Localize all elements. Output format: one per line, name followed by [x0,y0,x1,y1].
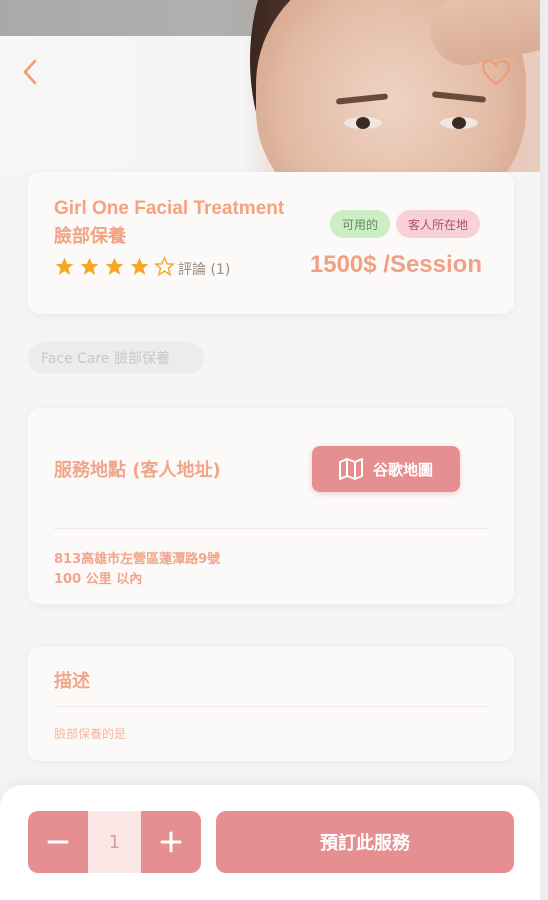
location-card: 服務地點 (客人地址) 谷歌地圖 813高雄市左營區蓮潭路9號 100 公里 以… [28,408,514,604]
location-title: 服務地點 (客人地址) [54,460,221,481]
quantity-stepper: 1 [28,811,201,873]
divider [54,706,488,707]
star-filled-icon [80,257,99,275]
star-filled-icon [55,257,74,275]
availability-badge: 可用的 [330,210,391,238]
quantity-value[interactable]: 1 [88,811,141,873]
service-address: 813高雄市左營區蓮潭路9號 [54,552,221,567]
favorite-button[interactable] [480,58,512,88]
location-type-badge: 客人所在地 [396,210,481,238]
google-maps-label: 谷歌地圖 [372,460,433,479]
category-chip[interactable]: Face Care 臉部保養 [28,342,204,374]
service-distance: 100 公里 以內 [54,572,143,587]
minus-icon [47,840,69,844]
map-icon [338,458,363,480]
reviews-link[interactable]: 評論 (1) [178,259,230,279]
back-button[interactable] [16,56,44,88]
chevron-left-icon [23,59,37,85]
service-title-zh: 臉部保養 [54,226,126,247]
hero-eye-right [440,117,478,129]
rating-stars [54,256,175,277]
star-outline-icon [154,256,175,277]
description-title: 描述 [54,671,90,692]
book-service-button[interactable]: 預訂此服務 [216,811,514,873]
hero-eye-left [344,117,382,129]
booking-bar: 1 預訂此服務 [0,785,540,900]
star-filled-icon [105,257,124,275]
service-summary-card: Girl One Facial Treatment 臉部保養 可用的 客人所在地… [28,172,514,314]
service-price: 1500$ /Session [309,251,482,278]
plus-icon [160,831,182,853]
increment-button[interactable] [141,811,201,873]
window-edge [540,0,548,900]
star-filled-icon [130,257,149,275]
description-text: 臉部保養的是 [54,727,127,741]
decrement-button[interactable] [28,811,88,873]
description-card: 描述 臉部保養的是 [28,647,514,761]
divider [54,528,488,529]
google-maps-button[interactable]: 谷歌地圖 [312,446,460,492]
service-title-en: Girl One Facial Treatment [54,198,285,219]
service-detail-screen: Girl One Facial Treatment 臉部保養 可用的 客人所在地… [0,0,540,900]
heart-outline-icon [482,60,510,86]
hero-image [0,0,540,172]
